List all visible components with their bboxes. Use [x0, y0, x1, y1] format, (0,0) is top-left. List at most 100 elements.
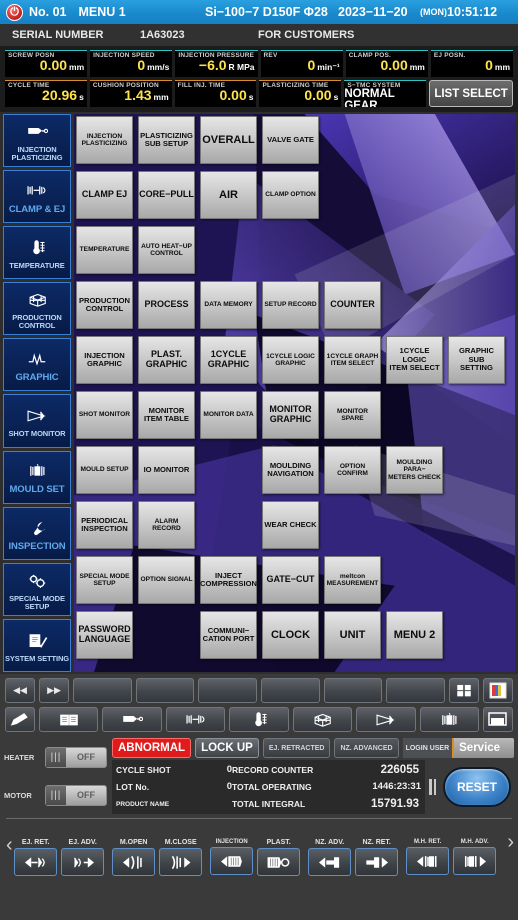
grid-button-unit[interactable]: UNIT [324, 611, 381, 659]
sidebar-item-mould-set[interactable]: MOULD SET [3, 450, 71, 504]
grid-button-overall[interactable]: OVERALL [200, 116, 257, 164]
toolbar-blank-key-6[interactable] [386, 678, 446, 703]
sidebar-item-temperature[interactable]: TEMPERATURE [3, 226, 71, 280]
serial-bar: SERIAL NUMBER 1A63023 FOR CUSTOMERS [0, 24, 518, 46]
ejector-retract-icon[interactable] [14, 848, 58, 876]
grid-button-inject-compression[interactable]: INJECT COMPRESSION [200, 556, 257, 604]
mould-height-retract-icon[interactable] [406, 847, 450, 875]
grid-button-counter[interactable]: COUNTER [324, 281, 381, 329]
grid-button-option-signal[interactable]: OPTION SIGNAL [138, 556, 195, 604]
power-icon[interactable]: ⏻ [6, 3, 23, 21]
grid-button-injection-graphic[interactable]: INJECTION GRAPHIC [76, 336, 133, 384]
toolbar-injection-nozzle-icon[interactable] [102, 707, 162, 732]
grid-button-mould-setup[interactable]: MOULD SETUP [76, 446, 133, 494]
ejector-advance-icon[interactable] [61, 848, 105, 876]
grid-button-moulding-para-meters-check[interactable]: MOULDING PARA− METERS CHECK [386, 446, 443, 494]
grid-button-alarm-record[interactable]: ALARM RECORD [138, 501, 195, 549]
grid-button-temperature[interactable]: TEMPERATURE [76, 226, 133, 274]
toolbar-blank-key-2[interactable] [135, 678, 195, 703]
nozzle-advance-icon[interactable] [308, 848, 352, 876]
sidebar-item-graphic[interactable]: GRAPHIC [3, 338, 71, 392]
toolbar-color-page-icon[interactable] [483, 678, 514, 703]
grid-button-menu-2[interactable]: MENU 2 [386, 611, 443, 659]
grid-button-monitor-item-table[interactable]: MONITOR ITEM TABLE [138, 391, 195, 439]
grid-button-password-language[interactable]: PASSWORD LANGUAGE [76, 611, 133, 659]
grid-button-data-memory[interactable]: DATA MEMORY [200, 281, 257, 329]
scroll-right-icon[interactable]: › [507, 831, 514, 862]
grid-button-moulding-navigation[interactable]: MOULDING NAVIGATION [262, 446, 319, 494]
grid-button-plast-graphic[interactable]: PLAST. GRAPHIC [138, 336, 195, 384]
grid-button-special-mode-setup[interactable]: SPECIAL MODE SETUP [76, 556, 133, 604]
sidebar-item-injection-plasticizing[interactable]: INJECTION PLASTICIZING [3, 114, 71, 168]
plasticizing-icon[interactable] [257, 848, 301, 876]
grid-button-monitor-graphic[interactable]: MONITOR GRAPHIC [262, 391, 319, 439]
mould-close-icon[interactable] [159, 848, 203, 876]
status-badge-abnormal[interactable]: ABNORMAL [112, 738, 192, 758]
grid-button-production-control[interactable]: PRODUCTION CONTROL [76, 281, 133, 329]
motor-switch[interactable]: ||| OFF [45, 784, 107, 806]
grid-button-injection-plasticizing[interactable]: INJECTION PLASTICIZING [76, 116, 133, 164]
mould-height-advance-icon[interactable] [453, 847, 497, 875]
toolbar-thermometer-icon[interactable] [229, 707, 289, 732]
grid-button-wear-check[interactable]: WEAR CHECK [262, 501, 319, 549]
grid-button-option-confirm[interactable]: OPTION CONFIRM [324, 446, 381, 494]
sidebar-item-clamp-ej[interactable]: CLAMP & EJ [3, 170, 71, 224]
injection-icon[interactable] [210, 847, 254, 875]
grid-button-meltcon-measurement[interactable]: meltcon MEASUREMENT [324, 556, 381, 604]
grid-button-label: WEAR CHECK [264, 519, 317, 529]
toolbar-book-icon[interactable] [39, 707, 99, 732]
toolbar-cone-monitor-icon[interactable] [356, 707, 416, 732]
grid-button-setup-record[interactable]: SETUP RECORD [262, 281, 319, 329]
toolbar-window-icon[interactable] [482, 707, 513, 732]
sidebar-item-inspection[interactable]: INSPECTION [3, 506, 71, 560]
grid-button-graphic-sub-setting[interactable]: GRAPHIC SUB SETTING [448, 336, 505, 384]
grid-button-gate-cut[interactable]: GATE−CUT [262, 556, 319, 604]
list-select-button[interactable]: LIST SELECT [429, 80, 513, 107]
grid-button-air[interactable]: AIR [200, 171, 257, 219]
sidebar-item-special-mode-setup[interactable]: SPECIAL MODE SETUP [3, 562, 71, 616]
toolbar-forward-icon[interactable]: ▶▶ [39, 678, 69, 703]
sidebar-item-system-setting[interactable]: SYSTEM SETTING [3, 618, 71, 672]
grid-button-io-monitor[interactable]: IO MONITOR [138, 446, 195, 494]
grid-button-core-pull[interactable]: CORE−PULL [138, 171, 195, 219]
grid-button-shot-monitor[interactable]: SHOT MONITOR [76, 391, 133, 439]
grid-button-1cycle-logic-graphic[interactable]: 1CYCLE LOGIC GRAPHIC [262, 336, 319, 384]
toolbar-rewind-icon[interactable]: ◀◀ [5, 678, 35, 703]
date-display: 2023−11−20 [338, 5, 408, 19]
menu-title: MENU 1 [78, 5, 126, 19]
grid-button-plasticizing-sub-setup[interactable]: PLASTICIZING SUB SETUP [138, 116, 195, 164]
grid-button-1cycle-graph-item-select[interactable]: 1CYCLE GRAPH ITEM SELECT [324, 336, 381, 384]
toolbar-grid-menu-icon[interactable] [449, 678, 480, 703]
status-badge-lockup[interactable]: LOCK UP [195, 738, 259, 758]
toolbar-mould-icon[interactable] [419, 707, 479, 732]
grid-button-monitor-data[interactable]: MONITOR DATA [200, 391, 257, 439]
sidebar-item-production-control[interactable]: PRODUCTION CONTROL [3, 282, 71, 336]
grid-button-monitor-spare[interactable]: MONITOR SPARE [324, 391, 381, 439]
grid-button-auto-heat-up-control[interactable]: AUTO HEAT−UP CONTROL [138, 226, 195, 274]
grid-button-clock[interactable]: CLOCK [262, 611, 319, 659]
toolbar-blank-key-3[interactable] [198, 678, 258, 703]
grid-button-1cycle-logic-item-select[interactable]: 1CYCLE LOGIC ITEM SELECT [386, 336, 443, 384]
grid-button-periodical-inspection[interactable]: PERIODICAL INSPECTION [76, 501, 133, 549]
readout-value: 0.00 [219, 87, 247, 103]
heater-switch[interactable]: ||| OFF [45, 746, 107, 768]
total-operating-value: 1446:23:31 [372, 781, 421, 793]
toolbar-cube-grid-icon[interactable] [292, 707, 353, 732]
toolbar-pencil-icon[interactable] [5, 707, 35, 732]
toolbar-blank-key-1[interactable] [73, 678, 132, 703]
scroll-left-icon[interactable]: ‹ [6, 834, 13, 865]
toolbar-blank-key-4[interactable] [261, 678, 320, 703]
reset-button[interactable]: RESET [443, 767, 511, 807]
grid-button-clamp-option[interactable]: CLAMP OPTION [262, 171, 319, 219]
mould-open-icon[interactable] [112, 848, 156, 876]
grid-button-clamp-ej[interactable]: CLAMP EJ [76, 171, 133, 219]
grid-button-valve-gate[interactable]: VALVE GATE [262, 116, 319, 164]
login-user-box[interactable]: LOGIN USER Service [402, 738, 514, 758]
sidebar-item-shot-monitor[interactable]: SHOT MONITOR [3, 394, 71, 448]
grid-button-1cycle-graphic[interactable]: 1CYCLE GRAPHIC [200, 336, 257, 384]
toolbar-clamp-icon[interactable] [165, 707, 226, 732]
nozzle-retract-icon[interactable] [355, 848, 399, 876]
grid-button-process[interactable]: PROCESS [138, 281, 195, 329]
toolbar-blank-key-5[interactable] [323, 678, 383, 703]
grid-button-communi-cation-port[interactable]: COMMUNI− CATION PORT [200, 611, 257, 659]
